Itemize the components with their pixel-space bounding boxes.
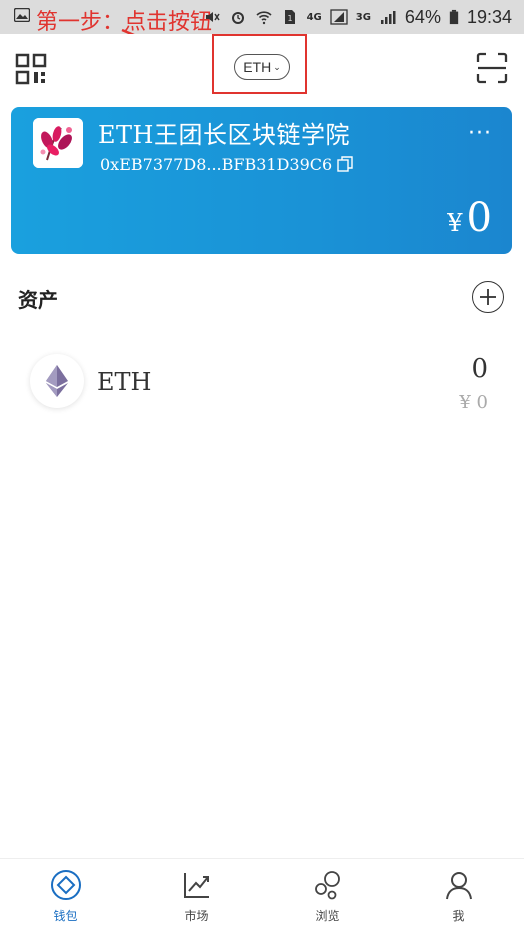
ethereum-icon bbox=[30, 354, 84, 408]
signal-icon bbox=[330, 9, 348, 25]
asset-fiat-value: ¥ 0 bbox=[459, 392, 488, 413]
sim-icon: 1 bbox=[284, 10, 295, 24]
network-4g-label: 4G bbox=[306, 11, 322, 23]
status-icons: 1 4G 3G 64% 19:34 bbox=[203, 6, 512, 28]
clock: 19:34 bbox=[466, 6, 512, 27]
wallet-avatar bbox=[33, 118, 83, 168]
bottom-tab-bar: 钱包 市场 浏览 我 bbox=[0, 858, 524, 930]
network-3g-label: 3G bbox=[355, 11, 371, 23]
tab-label: 钱包 bbox=[53, 909, 78, 923]
asset-amount: 0 bbox=[471, 354, 488, 384]
tab-label: 浏览 bbox=[315, 909, 340, 923]
tab-label: 我 bbox=[452, 909, 465, 923]
wallet-card[interactable]: ETH王团长区块链学院 0xEB7377D8...BFB31D39C6 ··· … bbox=[11, 107, 512, 254]
wallet-address: 0xEB7377D8...BFB31D39C6 bbox=[100, 155, 333, 174]
mute-icon bbox=[205, 12, 220, 22]
status-bar: 第一步：点击按钮 1 4G 3G 64% 19:34 bbox=[0, 0, 524, 35]
tab-label: 市场 bbox=[184, 909, 209, 923]
assets-heading: 资产 bbox=[18, 288, 58, 312]
user-icon bbox=[445, 872, 472, 900]
annotation-highlight-box bbox=[212, 34, 307, 94]
tab-wallet[interactable]: 钱包 bbox=[0, 859, 131, 930]
add-asset-button[interactable] bbox=[472, 281, 504, 313]
copy-icon[interactable] bbox=[337, 156, 353, 172]
alarm-icon bbox=[231, 12, 244, 24]
tab-me[interactable]: 我 bbox=[393, 859, 524, 930]
svg-text:1: 1 bbox=[287, 14, 292, 23]
market-chart-icon bbox=[183, 873, 209, 898]
wallet-balance: ¥ 0 bbox=[447, 195, 492, 241]
scan-icon[interactable] bbox=[476, 52, 508, 84]
currency-symbol: ¥ bbox=[447, 209, 463, 237]
tab-market[interactable]: 市场 bbox=[131, 859, 262, 930]
battery-percent: 64% bbox=[404, 6, 441, 27]
tab-browse[interactable]: 浏览 bbox=[262, 859, 393, 930]
battery-icon bbox=[449, 9, 459, 25]
plus-icon bbox=[480, 289, 496, 305]
gallery-notification-icon bbox=[14, 8, 30, 22]
balance-value: 0 bbox=[466, 195, 492, 241]
signal-bars-icon bbox=[380, 11, 396, 24]
qr-code-icon[interactable] bbox=[14, 52, 48, 86]
flower-logo-icon bbox=[33, 118, 83, 168]
wifi-icon bbox=[256, 11, 272, 25]
wallet-icon bbox=[50, 870, 81, 900]
browse-bubbles-icon bbox=[314, 871, 340, 900]
wallet-name: ETH王团长区块链学院 bbox=[98, 121, 350, 149]
asset-name: ETH bbox=[97, 368, 152, 396]
more-options-icon[interactable]: ··· bbox=[468, 121, 492, 146]
asset-row[interactable]: ETH 0 ¥ 0 bbox=[0, 340, 524, 426]
